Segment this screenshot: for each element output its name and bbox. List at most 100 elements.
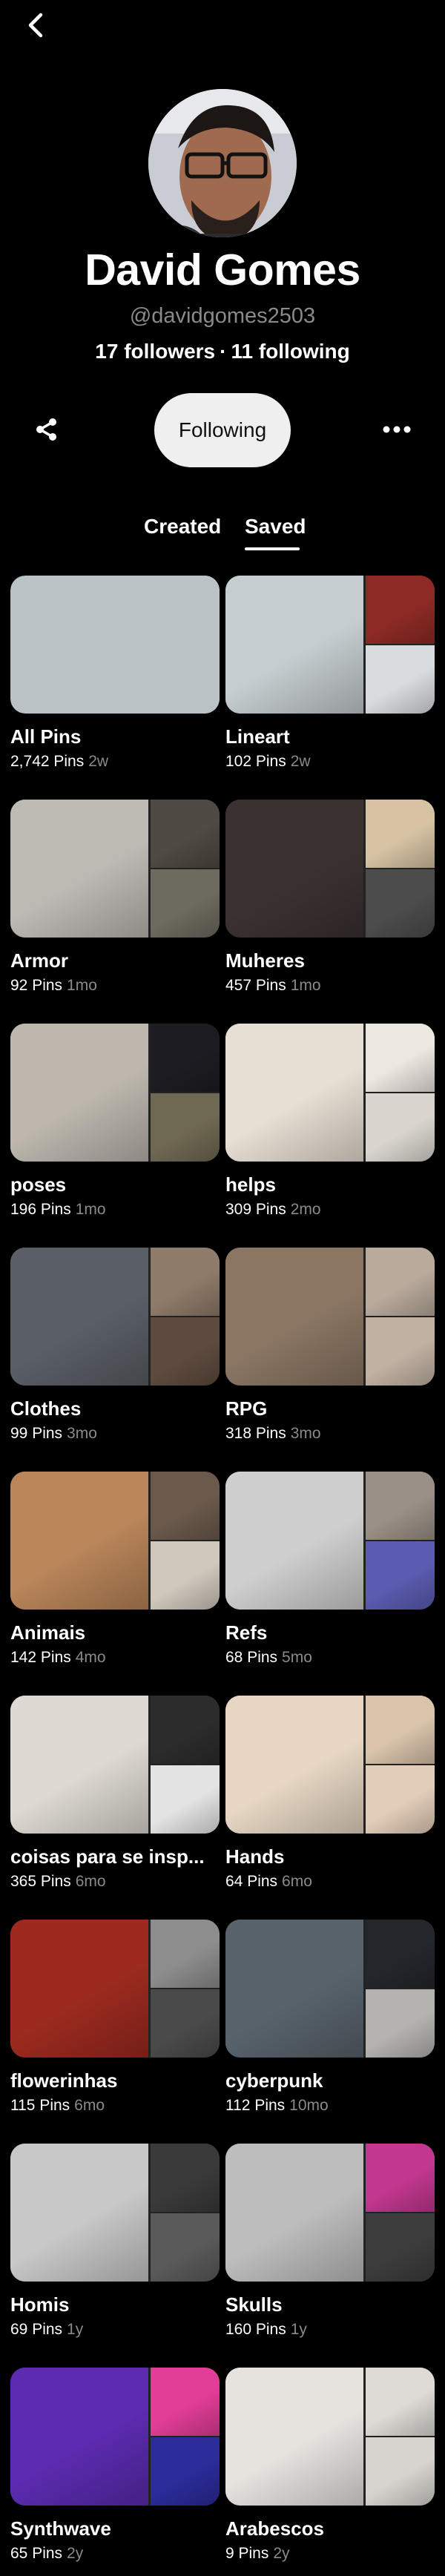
board-pin-count: 115 Pins bbox=[10, 2097, 70, 2114]
board-cover-image bbox=[225, 1472, 363, 1610]
board-cover-image bbox=[366, 800, 435, 868]
board-updated-ago: 2w bbox=[88, 753, 109, 770]
board-cover-image bbox=[366, 2437, 435, 2506]
board-cover-image bbox=[151, 1472, 220, 1540]
board-cover-image bbox=[151, 2213, 220, 2282]
board-cover-image bbox=[10, 1920, 148, 2058]
share-icon bbox=[33, 416, 60, 447]
followers-count[interactable]: 17 followers bbox=[95, 340, 215, 363]
board-updated-ago: 1mo bbox=[75, 1201, 106, 1218]
board-updated-ago: 2mo bbox=[290, 1201, 321, 1218]
board-title: Clothes bbox=[10, 1397, 82, 1420]
board-cover-image bbox=[225, 576, 363, 714]
board-title: poses bbox=[10, 1173, 67, 1196]
board-cover-image bbox=[10, 2144, 148, 2282]
board-title: Lineart bbox=[225, 725, 290, 748]
board-cover bbox=[10, 1696, 220, 1834]
share-button[interactable] bbox=[27, 412, 67, 449]
board-pin-count: 64 Pins bbox=[225, 1873, 278, 1890]
board-cover-image bbox=[366, 1765, 435, 1834]
board-cover-image bbox=[151, 1248, 220, 1316]
board-card[interactable]: Clothes 99 Pins 3mo bbox=[10, 1248, 220, 1443]
board-cover bbox=[225, 800, 435, 938]
board-pin-count: 102 Pins bbox=[225, 753, 286, 770]
board-meta: 102 Pins 2w bbox=[225, 753, 435, 771]
board-pin-count: 68 Pins bbox=[225, 1649, 278, 1666]
board-cover bbox=[225, 2368, 435, 2506]
board-cover-image bbox=[10, 1248, 148, 1386]
board-card[interactable]: coisas para se insp... 365 Pins 6mo bbox=[10, 1696, 220, 1891]
board-pin-count: 160 Pins bbox=[225, 2321, 286, 2338]
profile-name: David Gomes bbox=[85, 246, 360, 294]
board-updated-ago: 4mo bbox=[75, 1649, 106, 1666]
board-pin-count: 2,742 Pins bbox=[10, 753, 85, 770]
board-title: flowerinhas bbox=[10, 2069, 118, 2092]
board-cover-image bbox=[151, 2144, 220, 2212]
board-card[interactable]: Synthwave 65 Pins 2y bbox=[10, 2368, 220, 2563]
board-card[interactable]: Refs 68 Pins 5mo bbox=[225, 1472, 435, 1667]
board-title: coisas para se insp... bbox=[10, 1845, 205, 1868]
board-card[interactable]: poses 196 Pins 1mo bbox=[10, 1024, 220, 1219]
board-title: Muheres bbox=[225, 949, 305, 972]
board-cover bbox=[10, 1920, 220, 2058]
board-meta: 64 Pins 6mo bbox=[225, 1873, 435, 1891]
board-updated-ago: 2y bbox=[67, 2545, 84, 2562]
board-card[interactable]: helps 309 Pins 2mo bbox=[225, 1024, 435, 1219]
profile-handle: @davidgomes2503 bbox=[129, 304, 316, 328]
board-cover-image bbox=[225, 2144, 363, 2282]
board-cover-image bbox=[151, 1696, 220, 1764]
follow-stats: 17 followers · 11 following bbox=[0, 340, 445, 363]
board-cover-image bbox=[151, 869, 220, 938]
board-cover-image bbox=[366, 1317, 435, 1386]
board-title: Hands bbox=[225, 1845, 285, 1868]
board-meta: 318 Pins 3mo bbox=[225, 1425, 435, 1443]
board-card[interactable]: Hands 64 Pins 6mo bbox=[225, 1696, 435, 1891]
following-count[interactable]: 11 following bbox=[231, 340, 349, 363]
board-card[interactable]: Arabescos 9 Pins 2y bbox=[225, 2368, 435, 2563]
board-pin-count: 142 Pins bbox=[10, 1649, 71, 1666]
board-card[interactable]: Lineart 102 Pins 2w bbox=[225, 576, 435, 771]
board-card[interactable]: RPG 318 Pins 3mo bbox=[225, 1248, 435, 1443]
board-card[interactable]: Armor 92 Pins 1mo bbox=[10, 800, 220, 995]
board-updated-ago: 2w bbox=[290, 753, 311, 770]
board-cover bbox=[225, 2144, 435, 2282]
tab-saved[interactable]: Saved bbox=[245, 515, 306, 538]
board-card[interactable]: Homis 69 Pins 1y bbox=[10, 2144, 220, 2339]
board-card[interactable]: Animais 142 Pins 4mo bbox=[10, 1472, 220, 1667]
more-options-button[interactable] bbox=[377, 412, 417, 449]
board-cover-image bbox=[366, 2213, 435, 2282]
board-meta: 112 Pins 10mo bbox=[225, 2097, 435, 2115]
board-card[interactable]: cyberpunk 112 Pins 10mo bbox=[225, 1920, 435, 2115]
board-card[interactable]: Muheres 457 Pins 1mo bbox=[225, 800, 435, 995]
board-cover-image bbox=[151, 800, 220, 868]
board-cover-image bbox=[366, 1024, 435, 1092]
tab-created[interactable]: Created bbox=[144, 515, 221, 538]
board-card[interactable]: flowerinhas 115 Pins 6mo bbox=[10, 1920, 220, 2115]
board-cover-image bbox=[366, 1093, 435, 1162]
board-cover-image bbox=[366, 1248, 435, 1316]
board-card[interactable]: Skulls 160 Pins 1y bbox=[225, 2144, 435, 2339]
board-title: Animais bbox=[10, 1621, 86, 1644]
board-card[interactable]: All Pins 2,742 Pins 2w bbox=[10, 576, 220, 771]
board-updated-ago: 1mo bbox=[67, 977, 97, 994]
following-button[interactable]: Following bbox=[154, 393, 291, 467]
board-updated-ago: 3mo bbox=[290, 1425, 321, 1442]
separator-dot: · bbox=[220, 340, 227, 363]
board-cover-image bbox=[225, 1920, 363, 2058]
board-cover-image bbox=[151, 2368, 220, 2436]
board-meta: 160 Pins 1y bbox=[225, 2321, 435, 2339]
board-cover-image bbox=[10, 1472, 148, 1610]
board-updated-ago: 6mo bbox=[74, 2097, 105, 2114]
board-pin-count: 365 Pins bbox=[10, 1873, 71, 1890]
board-cover-image bbox=[151, 2437, 220, 2506]
board-meta: 9 Pins 2y bbox=[225, 2545, 435, 2563]
board-cover bbox=[10, 800, 220, 938]
board-cover-image bbox=[225, 2368, 363, 2506]
more-horizontal-icon bbox=[382, 424, 412, 438]
board-title: Refs bbox=[225, 1621, 268, 1644]
back-button[interactable] bbox=[21, 9, 50, 45]
board-updated-ago: 1y bbox=[67, 2321, 84, 2338]
board-cover bbox=[10, 2368, 220, 2506]
board-pin-count: 99 Pins bbox=[10, 1425, 63, 1442]
board-cover-image bbox=[225, 1024, 363, 1162]
